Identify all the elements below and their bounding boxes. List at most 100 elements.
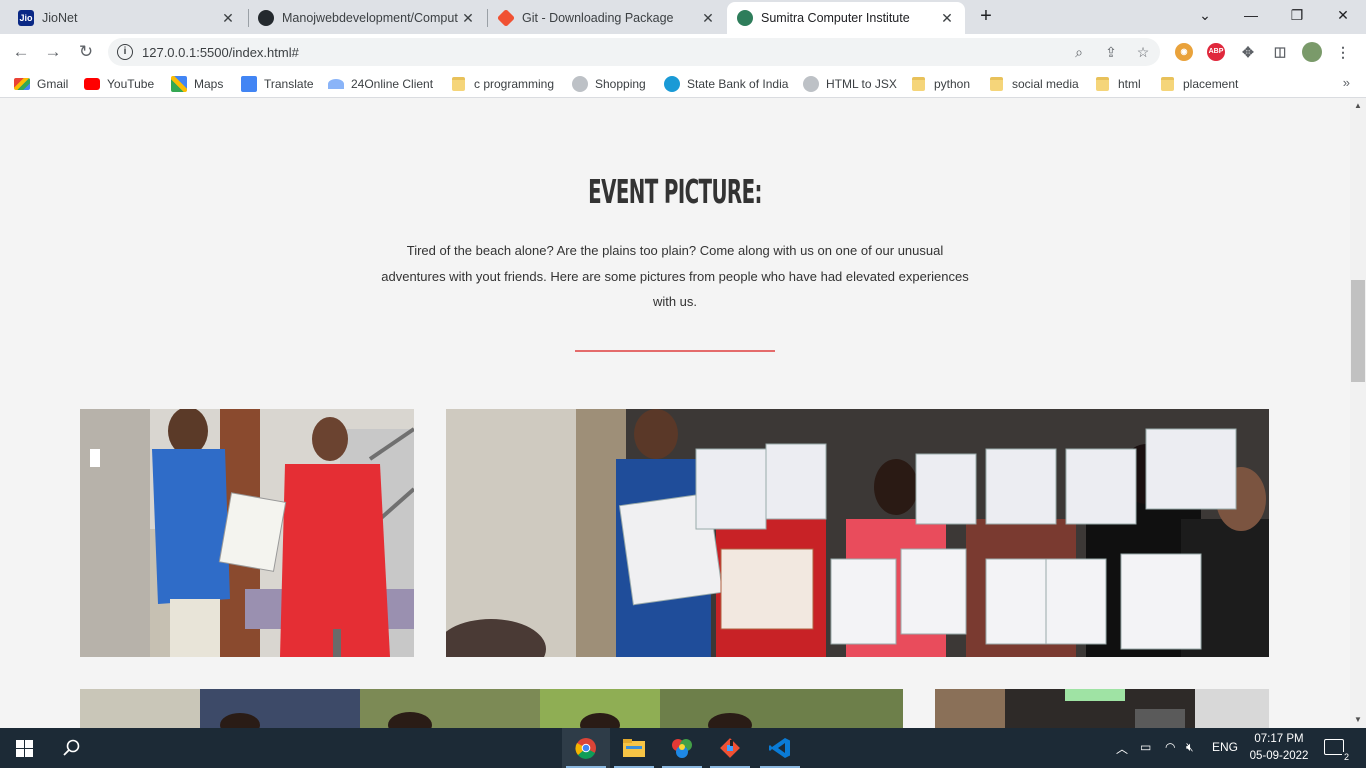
address-bar[interactable]: i 127.0.0.1:5500/index.html# ⌕ ⇪ ☆ (108, 38, 1160, 66)
scroll-up-icon[interactable]: ▲ (1350, 98, 1366, 114)
bookmark-c-programming[interactable]: c programming (452, 75, 554, 93)
bookmark-html-to-jsx[interactable]: HTML to JSX (803, 75, 897, 93)
page-viewport: EVENT PICTURE: Tired of the beach alone?… (0, 98, 1350, 728)
bookmark-social-media[interactable]: social media (990, 75, 1079, 93)
close-icon[interactable]: ✕ (460, 10, 476, 26)
section-heading: EVENT PICTURE: (588, 172, 762, 211)
tab-github[interactable]: Manojwebdevelopment/Comput ✕ (248, 2, 486, 34)
maps-icon (171, 76, 187, 92)
minimize-button[interactable]: — (1228, 0, 1274, 30)
tab-search-icon[interactable]: ⌄ (1182, 0, 1228, 30)
side-panel-icon[interactable]: ◫ (1271, 43, 1289, 61)
bookmark-label: python (934, 77, 971, 91)
notification-count: 2 (1341, 752, 1351, 762)
bookmark-maps[interactable]: Maps (171, 75, 223, 93)
tab-title: Git - Downloading Package (522, 11, 674, 25)
site-info-icon[interactable]: i (117, 44, 133, 60)
folder-icon (1096, 77, 1109, 91)
adblock-plus-icon[interactable]: ABP (1207, 43, 1225, 61)
forward-button[interactable]: → (41, 40, 65, 64)
git-icon (496, 8, 516, 28)
paint-icon[interactable] (658, 728, 706, 768)
bookmark-24online[interactable]: 24Online Client (328, 75, 433, 93)
bookmark-label: HTML to JSX (826, 77, 897, 91)
volume-muted-icon[interactable]: 🔇︎ (1186, 740, 1194, 755)
event-photo-3[interactable] (80, 689, 903, 728)
language-indicator[interactable]: ENG (1212, 740, 1238, 754)
window-close-button[interactable]: ✕ (1320, 0, 1366, 30)
clock-time: 07:17 PM (1254, 733, 1304, 745)
tray-overflow-icon[interactable]: ︿ (1116, 740, 1128, 757)
scroll-down-icon[interactable]: ▼ (1350, 712, 1366, 728)
windows-start-icon[interactable] (0, 728, 48, 768)
clock-date: 05-09-2022 (1249, 750, 1309, 762)
owl-extension-icon[interactable]: ◉ (1175, 43, 1193, 61)
tab-title: Manojwebdevelopment/Comput (282, 11, 458, 25)
tab-jionet[interactable]: Jio JioNet ✕ (8, 2, 246, 34)
bookmark-placement[interactable]: placement (1161, 75, 1238, 93)
zoom-icon[interactable]: ⌕ (1070, 43, 1088, 61)
folder-icon (1161, 77, 1174, 91)
event-photo-1[interactable] (80, 409, 414, 657)
bookmark-gmail[interactable]: Gmail (14, 75, 68, 93)
tab-strip: Jio JioNet ✕ Manojwebdevelopment/Comput … (0, 0, 1366, 34)
bookmark-label: Translate (264, 77, 314, 91)
gmail-icon (14, 78, 30, 90)
globe-icon (803, 76, 819, 92)
bookmark-label: c programming (474, 77, 555, 91)
scrollbar-thumb[interactable] (1351, 280, 1365, 382)
globe-icon (572, 76, 588, 92)
back-button[interactable]: ← (9, 40, 33, 64)
close-icon[interactable]: ✕ (939, 10, 955, 26)
translate-icon (241, 76, 257, 92)
bookmark-sbi[interactable]: State Bank of India (664, 75, 788, 93)
bookmark-html[interactable]: html (1096, 75, 1141, 93)
folder-icon (912, 77, 925, 91)
event-photo-4[interactable] (935, 689, 1269, 728)
bookmark-label: Shopping (595, 77, 646, 91)
close-icon[interactable]: ✕ (700, 10, 716, 26)
bookmark-label: State Bank of India (687, 77, 789, 91)
bookmark-youtube[interactable]: YouTube (84, 75, 154, 93)
bookmark-label: placement (1183, 77, 1239, 91)
bookmark-label: 24Online Client (351, 77, 434, 91)
profile-avatar[interactable] (1302, 42, 1322, 62)
github-icon (258, 10, 274, 26)
bookmark-star-icon[interactable]: ☆ (1134, 43, 1152, 61)
bookmark-python[interactable]: python (912, 75, 970, 93)
close-icon[interactable]: ✕ (220, 10, 236, 26)
site-icon (737, 10, 753, 26)
extensions-puzzle-icon[interactable]: ✥ (1239, 43, 1257, 61)
notification-center-icon[interactable]: 2 (1324, 739, 1351, 762)
jio-icon: Jio (18, 10, 34, 26)
bookmarks-bar: Gmail YouTube Maps Translate 24Online Cl… (0, 70, 1366, 98)
battery-icon[interactable]: ▭ (1140, 740, 1151, 754)
wifi-icon[interactable]: ◠ (1165, 740, 1175, 754)
vscode-icon[interactable] (756, 728, 804, 768)
clock[interactable]: 07:17 PM 05-09-2022 (1246, 731, 1312, 765)
tab-git-download[interactable]: Git - Downloading Package ✕ (488, 2, 726, 34)
bookmarks-overflow-icon[interactable]: » (1343, 75, 1350, 90)
restore-button[interactable]: ❐ (1274, 0, 1320, 30)
search-icon[interactable] (48, 728, 96, 768)
share-icon[interactable]: ⇪ (1102, 43, 1120, 61)
git-gui-icon[interactable] (706, 728, 754, 768)
bookmark-label: Maps (194, 77, 224, 91)
bookmark-label: Gmail (37, 77, 69, 91)
reload-button[interactable]: ↻ (74, 40, 98, 64)
url-text[interactable]: 127.0.0.1:5500/index.html# (142, 45, 299, 60)
tab-sumitra[interactable]: Sumitra Computer Institute ✕ (727, 2, 965, 34)
file-explorer-icon[interactable] (610, 728, 658, 768)
new-tab-button[interactable]: + (973, 5, 999, 29)
bookmark-translate[interactable]: Translate (241, 75, 314, 93)
section-divider (575, 350, 775, 352)
bookmark-shopping[interactable]: Shopping (572, 75, 646, 93)
menu-kebab-icon[interactable]: ⋮ (1334, 43, 1352, 61)
event-photo-2[interactable] (446, 409, 1269, 657)
chrome-icon[interactable] (562, 728, 610, 768)
page-scrollbar[interactable]: ▲ ▼ (1350, 98, 1366, 728)
windows-taskbar: ︿ ▭ ◠ 🔇︎ ENG 07:17 PM 05-09-2022 2 (0, 728, 1366, 768)
youtube-icon (84, 78, 100, 90)
tab-title: JioNet (42, 11, 78, 25)
24online-icon (328, 79, 344, 89)
